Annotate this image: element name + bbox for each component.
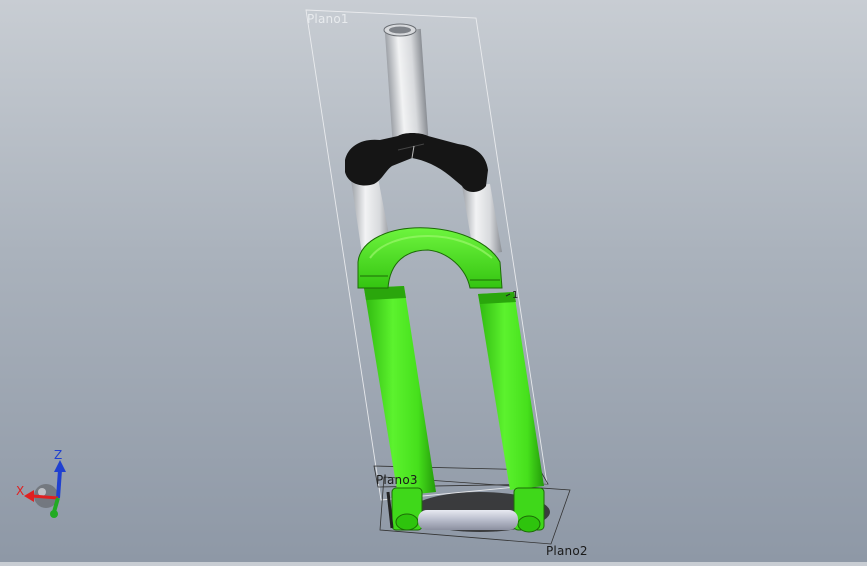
reference-triad-icon[interactable]: Z X — [14, 446, 84, 526]
x-axis-label: X — [16, 484, 25, 498]
left-lower-leg[interactable] — [364, 286, 436, 496]
plano3-label[interactable]: Plano3 — [376, 473, 418, 487]
thru-axle[interactable] — [418, 510, 518, 530]
right-dropout[interactable] — [513, 487, 545, 533]
left-dropout[interactable] — [386, 487, 423, 531]
fork-crown[interactable] — [345, 133, 488, 192]
plano2-label[interactable]: Plano2 — [546, 544, 588, 558]
triad-svg — [24, 460, 66, 518]
marker-label: 1 — [512, 290, 519, 301]
z-axis-label: Z — [54, 448, 63, 462]
plano1-label[interactable]: Plano1 — [307, 12, 349, 26]
right-lower-leg[interactable] — [478, 292, 544, 490]
model-canvas[interactable] — [0, 0, 867, 562]
steerer-tube[interactable] — [383, 23, 430, 150]
model-viewport[interactable]: Plano1 Plano3 Plano2 1 — [0, 0, 867, 562]
